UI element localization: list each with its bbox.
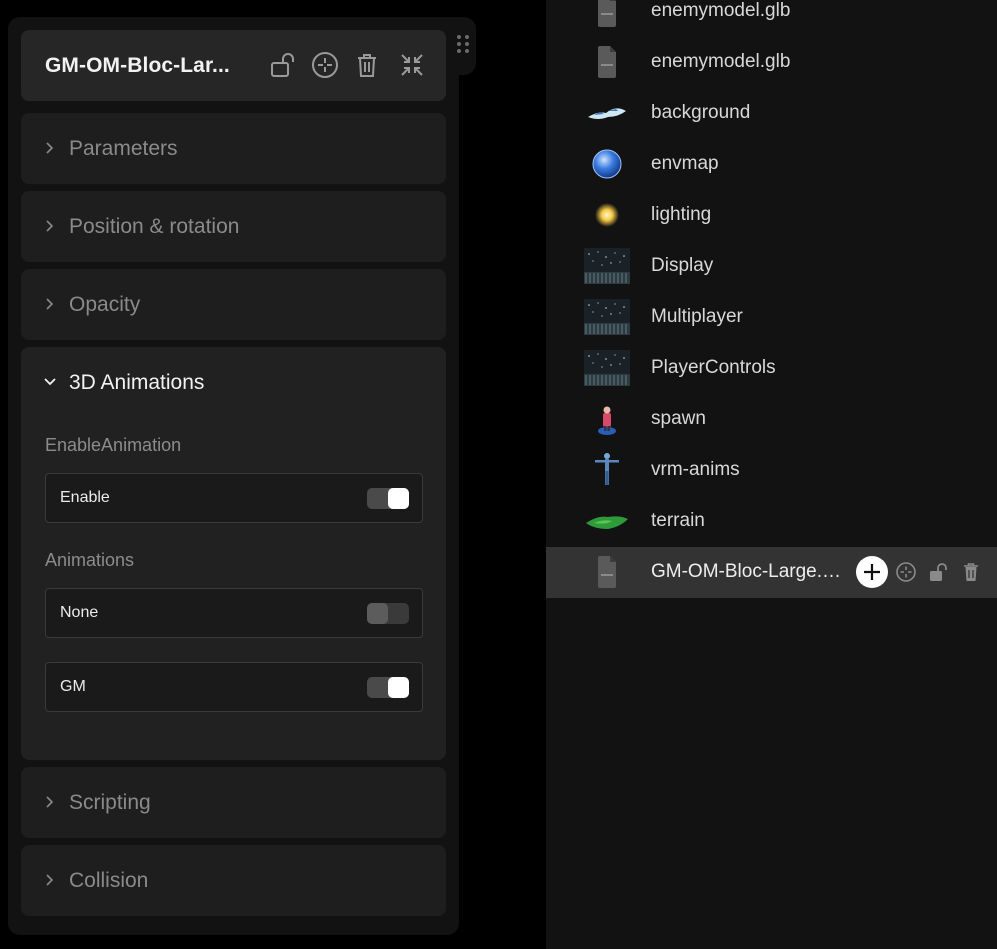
list-item[interactable]: spawn <box>546 394 997 445</box>
section-scripting[interactable]: Scripting <box>21 767 446 838</box>
item-name: enemymodel.glb <box>651 0 791 21</box>
enable-toggle[interactable] <box>367 488 409 509</box>
section-parameters[interactable]: Parameters <box>21 113 446 184</box>
item-name: enemymodel.glb <box>651 51 791 72</box>
section-label: Position & rotation <box>69 215 240 238</box>
list-item[interactable]: enemymodel.glb <box>546 37 997 88</box>
background-thumbnail <box>584 93 630 133</box>
object-title: GM-OM-Bloc-Lar... <box>45 54 230 77</box>
chevron-right-icon <box>46 298 54 310</box>
chevron-right-icon <box>46 142 54 154</box>
item-name: envmap <box>651 153 719 174</box>
item-name: GM-OM-Bloc-Large.glb <box>651 561 846 582</box>
list-item[interactable]: lighting <box>546 190 997 241</box>
chevron-down-icon[interactable] <box>43 375 57 389</box>
item-name: Display <box>651 255 714 276</box>
target-icon[interactable] <box>310 50 340 80</box>
section-opacity[interactable]: Opacity <box>21 269 446 340</box>
item-name: Multiplayer <box>651 306 743 327</box>
trash-icon[interactable] <box>960 561 982 583</box>
toggle-knob <box>388 677 409 698</box>
unlock-icon[interactable] <box>268 50 298 80</box>
chevron-right-icon <box>46 796 54 808</box>
animation-option-none[interactable]: None <box>45 588 423 638</box>
toggle-knob <box>367 603 388 624</box>
section-label[interactable]: 3D Animations <box>69 371 204 395</box>
animation-option-gm[interactable]: GM <box>45 662 423 712</box>
section-collision[interactable]: Collision <box>21 845 446 916</box>
item-name: background <box>651 102 751 123</box>
list-item[interactable]: terrain <box>546 496 997 547</box>
item-name: lighting <box>651 204 712 225</box>
file-icon <box>584 42 630 82</box>
starfield-thumbnail <box>584 246 630 286</box>
starfield-thumbnail <box>584 348 630 388</box>
list-item[interactable]: vrm-anims <box>546 445 997 496</box>
section-position-rotation[interactable]: Position & rotation <box>21 191 446 262</box>
section-label: Parameters <box>69 137 178 160</box>
gm-toggle[interactable] <box>367 677 409 698</box>
toggle-label: Enable <box>60 489 110 506</box>
file-icon <box>584 552 630 592</box>
globe-thumbnail <box>584 144 630 184</box>
starfield-thumbnail <box>584 297 630 337</box>
section-label: Scripting <box>69 791 151 814</box>
drag-handle-icon[interactable] <box>457 35 469 53</box>
item-name: terrain <box>651 510 705 531</box>
section-label: Collision <box>69 869 149 892</box>
item-name: PlayerControls <box>651 357 776 378</box>
add-button[interactable] <box>856 556 888 588</box>
panel-header: GM-OM-Bloc-Lar... <box>21 30 446 101</box>
light-bulb-thumbnail <box>584 195 630 235</box>
list-item[interactable]: envmap <box>546 139 997 190</box>
file-icon <box>584 0 630 31</box>
toggle-label: GM <box>60 678 86 695</box>
add-icon <box>864 564 880 580</box>
list-item[interactable]: Display <box>546 241 997 292</box>
chevron-right-icon <box>46 220 54 232</box>
collapse-icon[interactable] <box>397 50 427 80</box>
list-item[interactable]: PlayerControls <box>546 343 997 394</box>
toggle-knob <box>388 488 409 509</box>
toggle-label: None <box>60 604 99 621</box>
tpose-avatar-thumbnail <box>584 450 630 490</box>
target-icon[interactable] <box>895 561 917 583</box>
item-name: vrm-anims <box>651 459 740 480</box>
item-name: spawn <box>651 408 706 429</box>
trash-icon[interactable] <box>352 50 382 80</box>
none-toggle[interactable] <box>367 603 409 624</box>
spawn-avatar-thumbnail <box>584 399 630 439</box>
enable-toggle-row[interactable]: Enable <box>45 473 423 523</box>
chevron-right-icon <box>46 874 54 886</box>
list-item[interactable]: enemymodel.glb <box>546 0 997 37</box>
section-label: Opacity <box>69 293 141 316</box>
animations-label: Animations <box>45 550 135 570</box>
list-item-selected[interactable]: GM-OM-Bloc-Large.glb <box>546 547 997 598</box>
list-item[interactable]: Multiplayer <box>546 292 997 343</box>
terrain-thumbnail <box>584 501 630 541</box>
scene-list: enemymodel.glb enemymodel.glb background… <box>546 0 997 949</box>
enable-animation-label: EnableAnimation <box>45 435 182 455</box>
list-item[interactable]: background <box>546 88 997 139</box>
unlock-icon[interactable] <box>928 561 950 583</box>
section-3d-animations: 3D Animations EnableAnimation Enable Ani… <box>21 347 446 760</box>
